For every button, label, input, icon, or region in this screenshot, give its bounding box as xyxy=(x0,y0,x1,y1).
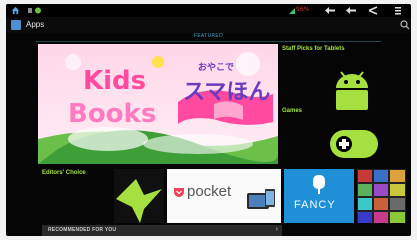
fancy-app-tile[interactable]: FANCY xyxy=(284,169,354,223)
device-illustration xyxy=(247,189,275,209)
android-robot-tile[interactable] xyxy=(326,64,378,112)
staff-picks-heading[interactable]: Staff Picks for Tablets xyxy=(282,46,345,52)
signal-text: 96% xyxy=(296,6,310,13)
hero-title-line1: Kids xyxy=(83,66,147,96)
menu-icon[interactable] xyxy=(393,6,403,15)
featured-line xyxy=(36,41,381,42)
android-robot-icon xyxy=(336,71,368,110)
pocket-logo-icon xyxy=(174,188,184,197)
action-bar: Apps xyxy=(6,17,411,33)
popsicle-icon xyxy=(313,175,325,194)
featured-label: FEATURED xyxy=(194,33,223,39)
photo-grid-tile[interactable] xyxy=(357,169,406,223)
nav-recent-icon[interactable] xyxy=(367,6,379,15)
tablet-screen: 96% Apps FEATURED Kids Books おやこで スマほん S… xyxy=(6,4,411,236)
nav-back-icon[interactable] xyxy=(324,6,336,15)
search-icon[interactable] xyxy=(400,20,410,30)
games-heading[interactable]: Games xyxy=(282,108,302,114)
pocket-app-tile[interactable]: pocket xyxy=(167,169,281,223)
featured-hero-banner[interactable]: Kids Books おやこで スマほん xyxy=(38,44,278,164)
hero-japanese-text: スマほん xyxy=(183,80,271,105)
editors-choice-row: pocket FANCY xyxy=(114,169,406,223)
games-gamepad-tile[interactable] xyxy=(326,122,378,166)
recommended-label: RECOMMENDED FOR YOU xyxy=(48,227,117,233)
editors-choice-heading[interactable]: Editors' Choice xyxy=(42,170,86,176)
nav-home-icon[interactable] xyxy=(345,6,357,15)
editors-tile-1[interactable] xyxy=(114,169,164,223)
pocket-label: pocket xyxy=(187,183,232,200)
apps-icon[interactable] xyxy=(11,20,21,30)
recommended-bar[interactable]: RECOMMENDED FOR YOU › xyxy=(42,225,282,236)
hero-title-line2: Books xyxy=(68,99,157,129)
featured-divider: FEATURED xyxy=(36,33,381,43)
sun-decoration xyxy=(152,56,164,68)
home-icon[interactable] xyxy=(11,6,20,15)
app-notification-icon xyxy=(28,7,41,14)
star-artwork xyxy=(114,169,164,223)
action-bar-title[interactable]: Apps xyxy=(26,20,44,29)
fancy-label: FANCY xyxy=(294,199,336,211)
status-bar: 96% xyxy=(6,4,411,17)
photo-grid-artwork xyxy=(358,170,405,223)
chevron-right-icon: › xyxy=(275,226,278,233)
hero-japanese-small: おやこで xyxy=(198,63,235,73)
gamepad-icon xyxy=(330,130,378,158)
